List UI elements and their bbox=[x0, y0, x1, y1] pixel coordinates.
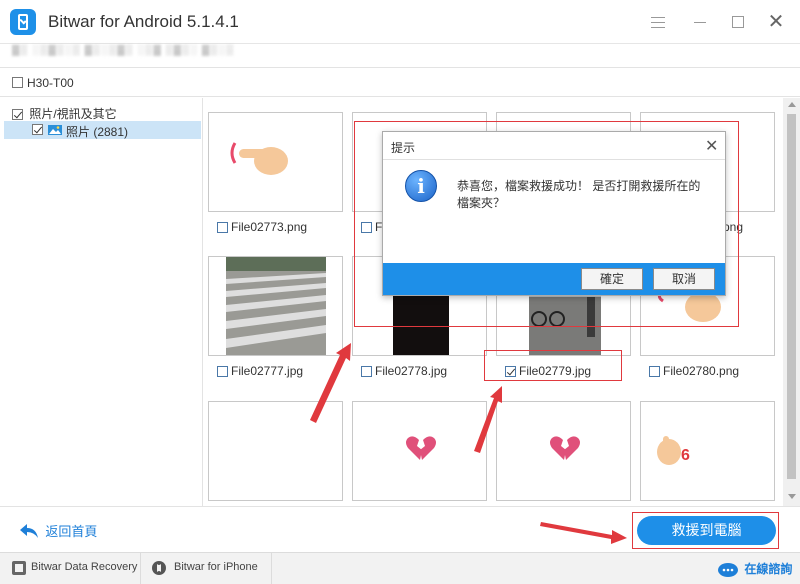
arrow-to-recover-button bbox=[540, 522, 627, 544]
arrow-to-selected-file bbox=[474, 386, 502, 453]
annotation-arrows bbox=[310, 343, 627, 544]
arrow-to-dialog bbox=[310, 343, 351, 423]
